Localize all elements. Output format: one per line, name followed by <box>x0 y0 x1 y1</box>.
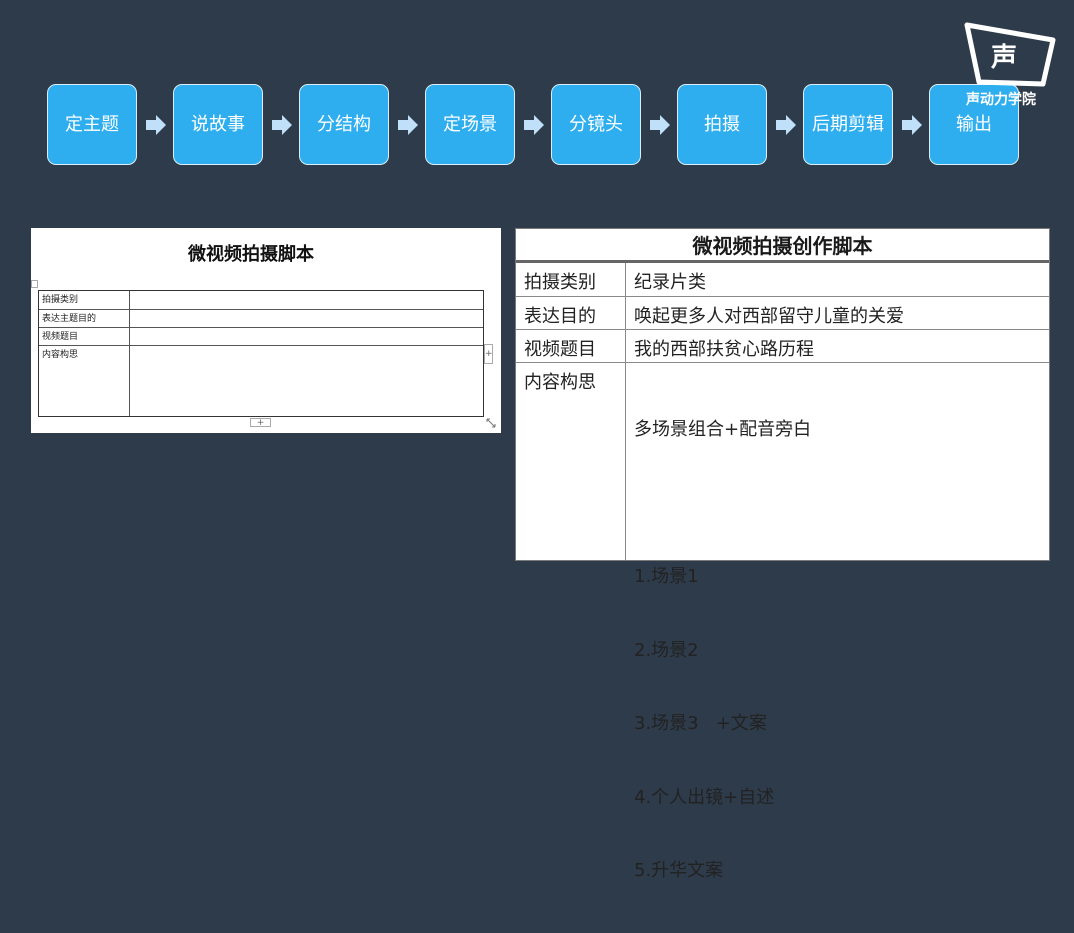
list-item: 4.个人出镜+自述 <box>634 786 775 808</box>
flow-step-scene: 定场景 <box>425 84 515 165</box>
doc-row-label: 视频题目 <box>42 332 79 342</box>
table-move-handle[interactable] <box>31 280 38 288</box>
script-template-preview: 微视频拍摄脚本 拍摄类别 表达主题目的 视频题目 内容构思 + + <box>31 228 501 433</box>
doc-table: 拍摄类别 表达主题目的 视频题目 内容构思 <box>38 290 484 417</box>
process-flow: 定主题 说故事 分结构 定场景 分镜头 拍摄 后期剪辑 输出 <box>47 84 1020 167</box>
doc-row-label: 表达主题目的 <box>42 314 97 324</box>
doc-row-label: 拍摄类别 <box>42 295 79 305</box>
row-label: 视频题目 <box>524 339 596 360</box>
table-row: 拍摄类别 纪录片类 <box>516 263 1049 297</box>
table-row: 内容构思 多场景组合+配音旁白 1.场景1 2.场景2 3.场景3 +文案 4.… <box>516 363 1049 881</box>
flow-step-label: 定主题 <box>65 113 119 135</box>
row-label: 表达目的 <box>524 306 596 327</box>
content-plan-list: 多场景组合+配音旁白 1.场景1 2.场景2 3.场景3 +文案 4.个人出镜+… <box>634 369 811 933</box>
flow-step-shoot: 拍摄 <box>677 84 767 165</box>
flow-step-shots: 分镜头 <box>551 84 641 165</box>
table-row: 视频题目 我的西部扶贫心路历程 <box>516 330 1049 363</box>
brand-logo-text: 声动力学院 <box>966 92 1036 108</box>
flow-step-label: 分镜头 <box>569 113 623 135</box>
doc-row: 内容构思 <box>39 346 483 416</box>
add-column-button[interactable]: + <box>484 344 493 364</box>
right-arrow-icon <box>146 115 166 135</box>
row-label: 内容构思 <box>524 372 596 393</box>
flow-step-story: 说故事 <box>173 84 263 165</box>
logo-glyph: 声 <box>991 43 1017 73</box>
flow-step-label: 说故事 <box>191 113 245 135</box>
row-value: 唤起更多人对西部留守儿童的关爱 <box>634 306 904 327</box>
flow-step-edit: 后期剪辑 <box>803 84 893 165</box>
flow-step-label: 定场景 <box>443 113 497 135</box>
doc-title: 微视频拍摄脚本 <box>188 244 314 265</box>
right-arrow-icon <box>650 115 670 135</box>
row-value: 纪录片类 <box>634 272 706 293</box>
creative-script-table: 微视频拍摄创作脚本 拍摄类别 纪录片类 表达目的 唤起更多人对西部留守儿童的关爱… <box>515 228 1050 881</box>
list-item: 2.场景2 <box>634 639 699 661</box>
doc-row: 视频题目 <box>39 328 483 346</box>
flow-step-label: 分结构 <box>317 113 371 135</box>
content-lead: 多场景组合+配音旁白 <box>634 419 812 440</box>
flow-step-label: 后期剪辑 <box>812 113 884 135</box>
doc-row-label: 内容构思 <box>42 350 79 360</box>
row-value: 我的西部扶贫心路历程 <box>634 339 814 360</box>
flow-step-label: 拍摄 <box>704 113 740 135</box>
right-arrow-icon <box>398 115 418 135</box>
list-item: 3.场景3 +文案 <box>634 713 767 734</box>
right-arrow-icon <box>524 115 544 135</box>
doc-row: 表达主题目的 <box>39 310 483 328</box>
resize-handle-icon[interactable] <box>485 417 497 429</box>
right-arrow-icon <box>272 115 292 135</box>
script-table-title: 微视频拍摄创作脚本 <box>516 229 1049 263</box>
add-row-button[interactable]: + <box>250 418 271 428</box>
flow-step-theme: 定主题 <box>47 84 137 165</box>
flow-step-structure: 分结构 <box>299 84 389 165</box>
table-row: 表达目的 唤起更多人对西部留守儿童的关爱 <box>516 297 1049 330</box>
list-item: 5.升华文案 <box>634 860 724 881</box>
list-item: 1.场景1 <box>634 566 699 587</box>
row-label: 拍摄类别 <box>524 272 596 293</box>
right-arrow-icon <box>902 115 922 135</box>
flow-step-label: 输出 <box>956 113 992 135</box>
right-arrow-icon <box>776 115 796 135</box>
doc-row: 拍摄类别 <box>39 291 483 310</box>
